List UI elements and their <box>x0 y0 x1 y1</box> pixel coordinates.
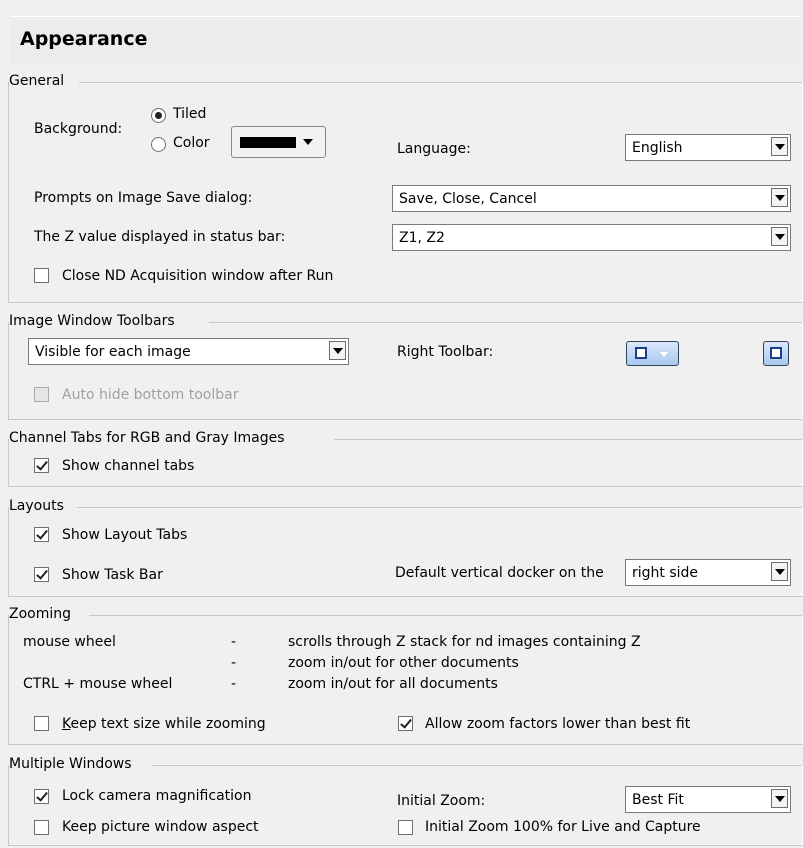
color-picker-button[interactable] <box>231 126 326 158</box>
initial-zoom-select[interactable]: Best Fit <box>625 786 791 813</box>
zvalue-value: Z1, Z2 <box>399 230 445 246</box>
toolbar-toggle-button[interactable] <box>763 341 789 366</box>
show-channel-tabs-label[interactable]: Show channel tabs <box>62 458 194 474</box>
toolbar-icon <box>770 347 782 359</box>
chevron-down-icon[interactable] <box>771 789 788 808</box>
show-layout-tabs-label[interactable]: Show Layout Tabs <box>62 527 187 543</box>
zoom-row-desc: zoom in/out for other documents <box>288 655 519 671</box>
zvalue-select[interactable]: Z1, Z2 <box>392 224 791 251</box>
zoom-row-dash: - <box>231 655 237 671</box>
prompts-value: Save, Close, Cancel <box>399 191 537 207</box>
group-divider <box>77 507 802 508</box>
language-label: Language: <box>397 141 471 157</box>
initial-zoom-100-label[interactable]: Initial Zoom 100% for Live and Capture <box>425 819 701 835</box>
toolbars-group: Image Window Toolbars <box>8 313 803 420</box>
keep-text-size-checkbox[interactable] <box>34 716 49 731</box>
keep-text-rest: eep text size while zooming <box>70 716 266 732</box>
group-divider <box>209 322 802 323</box>
lock-camera-label[interactable]: Lock camera magnification <box>62 788 251 804</box>
chevron-down-icon[interactable] <box>771 188 788 207</box>
zoom-row-key: mouse wheel <box>23 634 116 650</box>
tiled-radio[interactable] <box>151 108 166 123</box>
allow-lower-zoom-checkbox[interactable] <box>398 716 413 731</box>
chevron-down-icon[interactable] <box>771 562 788 581</box>
close-nd-checkbox[interactable] <box>34 268 49 283</box>
group-title: Layouts <box>9 498 68 514</box>
zvalue-label: The Z value displayed in status bar: <box>34 229 286 245</box>
color-radio[interactable] <box>151 137 166 152</box>
group-title: Channel Tabs for RGB and Gray Images <box>9 430 289 446</box>
language-value: English <box>632 140 683 156</box>
lock-camera-checkbox[interactable] <box>34 789 49 804</box>
color-label[interactable]: Color <box>173 135 210 151</box>
toolbar-icon <box>635 347 647 359</box>
chevron-down-icon[interactable] <box>771 137 788 156</box>
close-nd-label[interactable]: Close ND Acquisition window after Run <box>62 268 333 284</box>
initial-zoom-100-checkbox[interactable] <box>398 820 413 835</box>
zoom-row-dash: - <box>231 634 237 650</box>
right-toolbar-dropdown-button[interactable] <box>626 341 679 366</box>
group-divider <box>334 439 802 440</box>
language-select[interactable]: English <box>625 134 791 161</box>
right-toolbar-label: Right Toolbar: <box>397 344 494 360</box>
tiled-label[interactable]: Tiled <box>173 106 206 122</box>
zoom-row-desc: scrolls through Z stack for nd images co… <box>288 634 641 650</box>
prompts-label: Prompts on Image Save dialog: <box>34 190 253 206</box>
group-divider <box>79 82 802 83</box>
initial-zoom-label: Initial Zoom: <box>397 793 486 809</box>
zoom-row-desc: zoom in/out for all documents <box>288 676 498 692</box>
docker-select[interactable]: right side <box>625 559 791 586</box>
docker-value: right side <box>632 565 699 581</box>
keep-text-size-label[interactable]: Keep text size while zooming <box>62 716 266 732</box>
allow-lower-zoom-label[interactable]: Allow zoom factors lower than best fit <box>425 716 690 732</box>
initial-zoom-value: Best Fit <box>632 792 684 808</box>
keep-aspect-checkbox[interactable] <box>34 820 49 835</box>
page-header: Appearance <box>10 16 800 63</box>
chevron-down-icon[interactable] <box>771 227 788 246</box>
group-title: Image Window Toolbars <box>9 313 179 329</box>
auto-hide-checkbox[interactable] <box>34 387 49 402</box>
color-swatch <box>240 137 296 148</box>
group-divider <box>152 765 802 766</box>
show-channel-tabs-checkbox[interactable] <box>34 458 49 473</box>
toolbar-visibility-select[interactable]: Visible for each image <box>28 338 349 365</box>
group-title: Multiple Windows <box>9 756 136 772</box>
chevron-down-icon <box>303 139 313 145</box>
show-layout-tabs-checkbox[interactable] <box>34 527 49 542</box>
group-title: Zooming <box>9 606 76 622</box>
show-task-bar-label[interactable]: Show Task Bar <box>62 567 163 583</box>
chevron-down-icon <box>660 352 668 357</box>
background-label: Background: <box>34 121 123 137</box>
prompts-select[interactable]: Save, Close, Cancel <box>392 185 791 212</box>
zoom-row-key: CTRL + mouse wheel <box>23 676 173 692</box>
auto-hide-label: Auto hide bottom toolbar <box>62 387 239 403</box>
zoom-row-dash: - <box>231 676 237 692</box>
group-title: General <box>9 73 69 89</box>
docker-label: Default vertical docker on the <box>395 565 604 581</box>
page-title: Appearance <box>20 28 148 50</box>
show-task-bar-checkbox[interactable] <box>34 567 49 582</box>
chevron-down-icon[interactable] <box>329 341 346 360</box>
keep-aspect-label[interactable]: Keep picture window aspect <box>62 819 259 835</box>
group-divider <box>89 615 802 616</box>
toolbar-visibility-value: Visible for each image <box>35 344 191 360</box>
